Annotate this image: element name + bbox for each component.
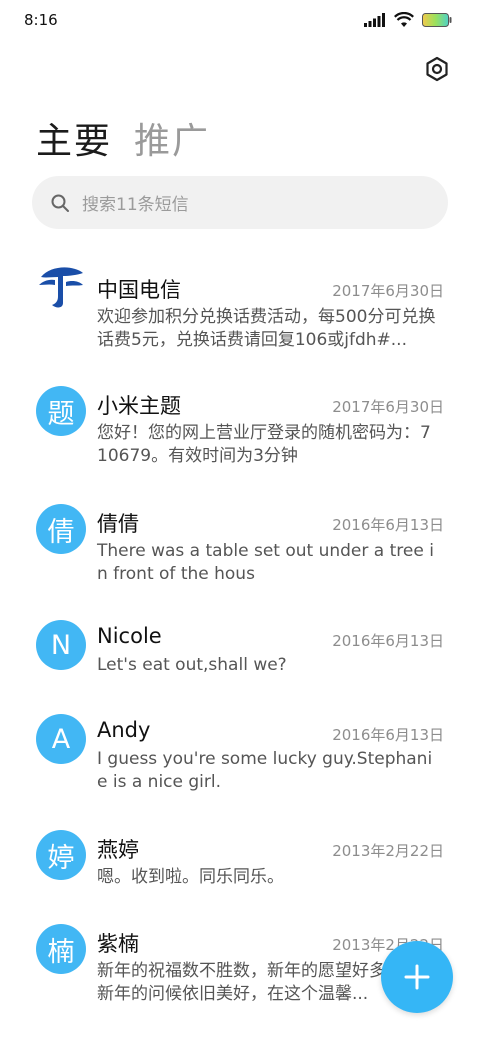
settings-button[interactable] [422,54,452,84]
china-telecom-logo-icon [39,267,83,308]
avatar: 婷 [36,830,86,880]
search-icon [51,194,69,212]
message-date: 2013年2月22日 [332,842,444,860]
avatar: 倩 [36,504,86,554]
message-preview: 欢迎参加积分兑换话费活动，每500分可兑换话费5元，兑换话费请回复106或jfd… [97,307,436,350]
tab-promotions[interactable]: 推广 [134,112,210,164]
settings-icon [426,56,448,82]
status-time: 8:16 [24,11,58,29]
message-preview: Let's eat out,shall we? [97,655,287,675]
china-telecom-logo [36,262,86,312]
message-preview: There was a table set out under a tree i… [97,541,434,584]
message-date: 2016年6月13日 [332,726,444,744]
sender-name: Andy [97,718,151,742]
message-date: 2017年6月30日 [332,282,444,300]
avatar: 楠 [36,924,86,974]
message-date: 2016年6月13日 [332,632,444,650]
status-icons [364,12,452,28]
sender-name: Nicole [97,624,162,648]
message-preview: I guess you're some lucky guy.Stephanie … [97,749,433,792]
battery-icon [422,13,452,27]
compose-button[interactable] [381,941,453,1013]
message-date: 2017年6月30日 [332,398,444,416]
message-preview: 嗯。收到啦。同乐同乐。 [97,867,284,887]
signal-icon [364,13,385,27]
search-placeholder: 搜索11条短信 [82,195,189,215]
message-preview: 您好！您的网上营业厅登录的随机密码为：710679。有效时间为3分钟 [97,423,431,466]
tab-primary[interactable]: 主要 [36,112,112,164]
sender-name: 中国电信 [97,278,181,302]
plus-icon [404,964,430,990]
sender-name: 紫楠 [97,932,139,956]
sender-name: 倩倩 [97,512,139,536]
sender-name: 燕婷 [97,838,139,862]
avatar: N [36,620,86,670]
avatar: A [36,714,86,764]
avatar: 题 [36,386,86,436]
search-input[interactable]: 搜索11条短信 [32,176,448,229]
message-date: 2016年6月13日 [332,516,444,534]
wifi-icon [394,12,414,27]
sender-name: 小米主题 [97,394,181,418]
tab-bar: 主要 推广 [36,112,210,164]
status-bar: 8:16 [0,0,480,42]
